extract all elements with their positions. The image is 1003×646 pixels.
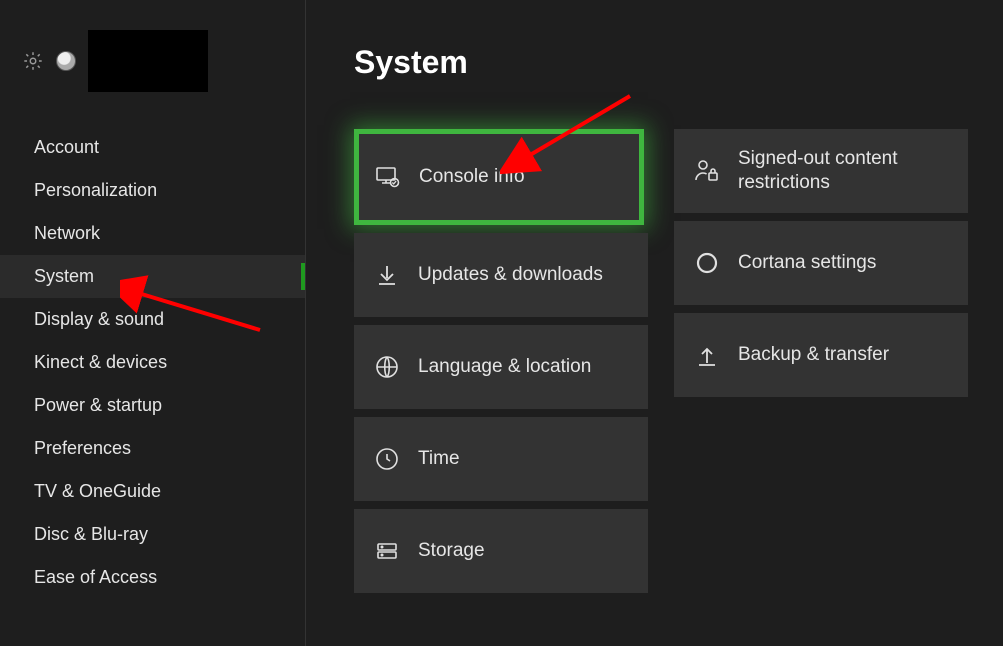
- sidebar-item-preferences[interactable]: Preferences: [0, 427, 305, 470]
- download-icon: [374, 262, 400, 288]
- console-info-icon: [375, 164, 401, 190]
- tile-updates-downloads[interactable]: Updates & downloads: [354, 233, 648, 317]
- sidebar-header: [0, 30, 305, 126]
- sidebar-item-network[interactable]: Network: [0, 212, 305, 255]
- tile-label: Backup & transfer: [738, 343, 889, 367]
- sidebar: Account Personalization Network System D…: [0, 0, 306, 646]
- tile-label: Time: [418, 447, 460, 471]
- tile-label: Language & location: [418, 355, 591, 379]
- tile-cortana-settings[interactable]: Cortana settings: [674, 221, 968, 305]
- tile-console-info[interactable]: Console info: [354, 129, 644, 225]
- tile-label: Storage: [418, 539, 485, 563]
- sidebar-item-system[interactable]: System: [0, 255, 305, 298]
- tiles-col-2: Signed-out content restrictions Cortana …: [674, 129, 968, 593]
- tile-language-location[interactable]: Language & location: [354, 325, 648, 409]
- person-lock-icon: [694, 158, 720, 184]
- sidebar-item-tv-oneguide[interactable]: TV & OneGuide: [0, 470, 305, 513]
- page-title: System: [354, 44, 975, 81]
- tile-signed-out-restrictions[interactable]: Signed-out content restrictions: [674, 129, 968, 213]
- storage-icon: [374, 538, 400, 564]
- avatar[interactable]: [56, 51, 76, 71]
- gear-icon[interactable]: [22, 50, 44, 72]
- tile-time[interactable]: Time: [354, 417, 648, 501]
- tiles-container: Console info Updates & downloads: [354, 129, 975, 593]
- profile-tile-black: [88, 30, 208, 92]
- sidebar-nav: Account Personalization Network System D…: [0, 126, 305, 599]
- sidebar-item-disc-bluray[interactable]: Disc & Blu-ray: [0, 513, 305, 556]
- tile-backup-transfer[interactable]: Backup & transfer: [674, 313, 968, 397]
- cortana-icon: [694, 250, 720, 276]
- tile-label: Console info: [419, 165, 525, 189]
- tile-storage[interactable]: Storage: [354, 509, 648, 593]
- transfer-icon: [694, 342, 720, 368]
- clock-icon: [374, 446, 400, 472]
- tile-label: Updates & downloads: [418, 263, 603, 287]
- sidebar-item-display-sound[interactable]: Display & sound: [0, 298, 305, 341]
- tile-label: Signed-out content restrictions: [738, 147, 948, 195]
- sidebar-item-kinect-devices[interactable]: Kinect & devices: [0, 341, 305, 384]
- tiles-col-1: Console info Updates & downloads: [354, 129, 648, 593]
- tile-label: Cortana settings: [738, 251, 876, 275]
- sidebar-item-account[interactable]: Account: [0, 126, 305, 169]
- globe-icon: [374, 354, 400, 380]
- main-panel: System Console info: [306, 0, 1003, 646]
- sidebar-item-ease-of-access[interactable]: Ease of Access: [0, 556, 305, 599]
- sidebar-item-personalization[interactable]: Personalization: [0, 169, 305, 212]
- sidebar-item-power-startup[interactable]: Power & startup: [0, 384, 305, 427]
